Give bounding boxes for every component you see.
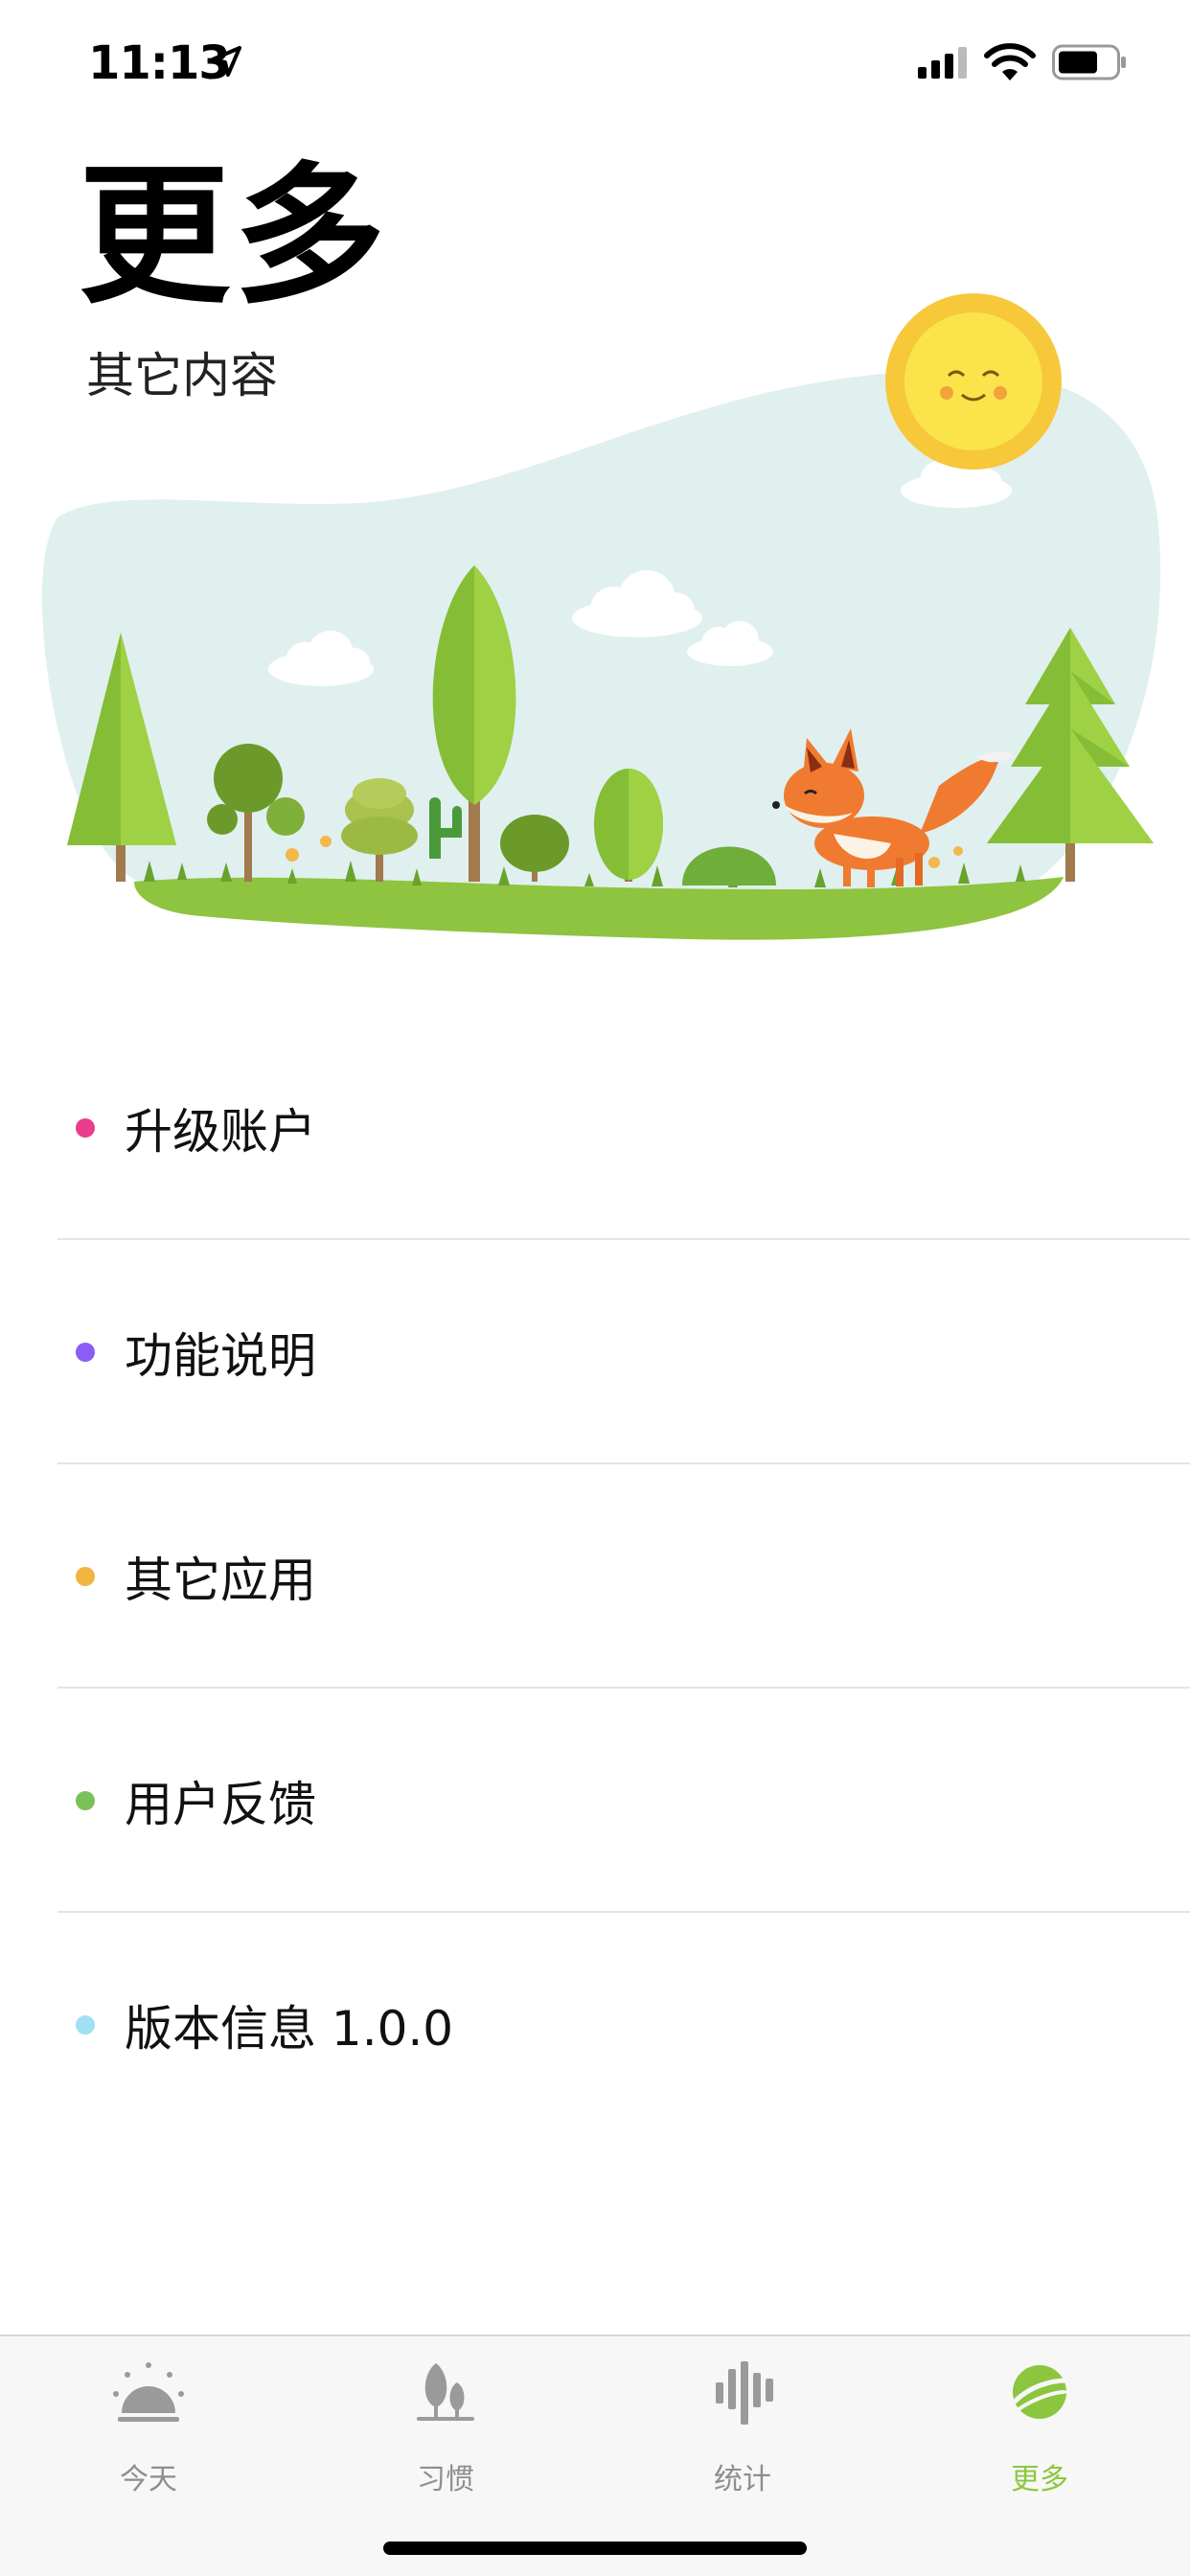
tab-label: 习惯	[417, 2463, 474, 2496]
tab-label: 今天	[120, 2463, 177, 2496]
status-bar: 11:13	[0, 0, 1190, 125]
menu-item-label: 功能说明	[125, 1328, 316, 1384]
menu-item-label: 版本信息 1.0.0	[125, 2001, 454, 2057]
tab-label: 更多	[1011, 2463, 1068, 2496]
pink-dot-icon	[76, 1118, 95, 1138]
forest-fox-illustration	[41, 293, 1161, 940]
sunrise-icon	[113, 2362, 184, 2422]
tab-today[interactable]: 今天	[0, 2336, 297, 2509]
tab-more[interactable]: 更多	[891, 2336, 1188, 2509]
more-menu-list: 升级账户 功能说明 其它应用 用户反馈 版本信息 1.0.0	[0, 1016, 1190, 2137]
sun-icon	[885, 293, 1062, 470]
home-indicator[interactable]	[383, 2542, 807, 2555]
location-arrow-icon	[211, 46, 241, 77]
planet-icon	[1012, 2365, 1069, 2419]
menu-item-label: 其它应用	[125, 1552, 316, 1608]
orange-dot-icon	[76, 1567, 95, 1586]
menu-item-upgrade-account[interactable]: 升级账户	[0, 1016, 1190, 1240]
green-dot-icon	[76, 1791, 95, 1810]
purple-dot-icon	[76, 1343, 95, 1362]
menu-item-version-info[interactable]: 版本信息 1.0.0	[0, 1913, 1190, 2137]
bars-icon	[716, 2361, 773, 2425]
menu-item-label: 升级账户	[125, 1104, 316, 1160]
menu-item-feature-guide[interactable]: 功能说明	[0, 1240, 1190, 1464]
tab-label: 统计	[714, 2463, 771, 2496]
wifi-icon	[984, 43, 1036, 80]
menu-item-label: 用户反馈	[125, 1777, 316, 1832]
tab-habits[interactable]: 习惯	[297, 2336, 594, 2509]
trees-icon	[417, 2363, 474, 2421]
light-blue-dot-icon	[76, 2015, 95, 2035]
cellular-signal-icon	[918, 47, 967, 79]
tab-statistics[interactable]: 统计	[594, 2336, 891, 2509]
battery-icon	[1052, 44, 1126, 80]
menu-item-user-feedback[interactable]: 用户反馈	[0, 1689, 1190, 1913]
menu-item-other-apps[interactable]: 其它应用	[0, 1464, 1190, 1689]
tab-bar: 今天 习惯 统计 更多	[0, 2334, 1190, 2576]
